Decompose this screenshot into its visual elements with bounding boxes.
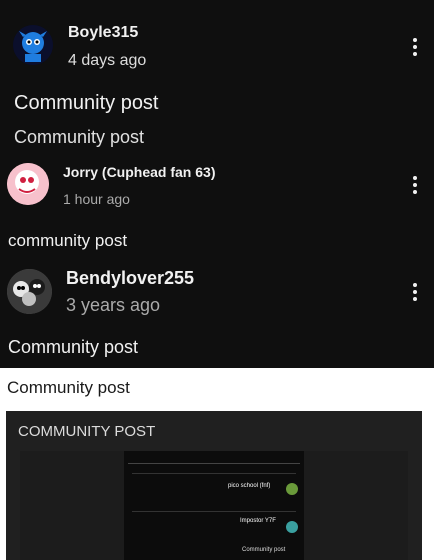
more-options-button[interactable] xyxy=(410,283,420,303)
kebab-dot-icon xyxy=(413,176,417,180)
kebab-dot-icon xyxy=(413,38,417,42)
embedded-post-image[interactable]: Community post COMMUNITY POST pico schoo… xyxy=(0,368,434,560)
kebab-dot-icon xyxy=(413,297,417,301)
post-time: 3 years ago xyxy=(66,295,161,315)
kebab-dot-icon xyxy=(413,190,417,194)
post-text: Community post xyxy=(8,337,139,357)
mini-avatar xyxy=(286,483,298,495)
kebab-dot-icon xyxy=(413,290,417,294)
phone-screen: pico school (fnf) Impostor Y7F Community… xyxy=(124,451,304,560)
post-author[interactable]: Bendylover255 xyxy=(66,268,194,289)
post-author[interactable]: Jorry (Cuphead fan 63) xyxy=(63,164,215,180)
post-time: 4 days ago xyxy=(68,52,147,69)
embedded-title: Community post xyxy=(7,378,130,397)
avatar[interactable] xyxy=(13,25,53,65)
blue-creature-icon xyxy=(13,25,53,65)
nested-row-text: Community post xyxy=(242,547,286,553)
cartoon-character-icon xyxy=(7,163,49,205)
avatar[interactable] xyxy=(7,163,49,205)
post-text: Community post xyxy=(14,92,159,114)
more-options-button[interactable] xyxy=(410,176,420,196)
kebab-dot-icon xyxy=(413,45,417,49)
nested-screenshot: pico school (fnf) Impostor Y7F Community… xyxy=(20,451,408,560)
post-time: 1 hour ago xyxy=(63,191,130,207)
mini-avatar xyxy=(286,521,298,533)
status-bar xyxy=(128,455,300,464)
post-author[interactable]: Boyle315 xyxy=(68,24,138,42)
divider xyxy=(132,511,296,512)
post-text: community post xyxy=(8,231,128,250)
kebab-dot-icon xyxy=(413,52,417,56)
embedded-card: COMMUNITY POST pico school (fnf) Imposto… xyxy=(6,411,422,560)
more-options-button[interactable] xyxy=(410,38,420,58)
embedded-card-title: COMMUNITY POST xyxy=(18,423,156,440)
side-panel-left xyxy=(20,451,124,560)
divider xyxy=(132,473,296,474)
kebab-dot-icon xyxy=(413,283,417,287)
kebab-dot-icon xyxy=(413,183,417,187)
nested-row-name: pico school (fnf) xyxy=(228,483,271,489)
side-panel-right xyxy=(304,451,408,560)
character-group-icon xyxy=(7,269,52,314)
nested-row-name: Impostor Y7F xyxy=(240,518,276,524)
avatar[interactable] xyxy=(7,269,52,314)
section-label: Community post xyxy=(14,127,145,147)
